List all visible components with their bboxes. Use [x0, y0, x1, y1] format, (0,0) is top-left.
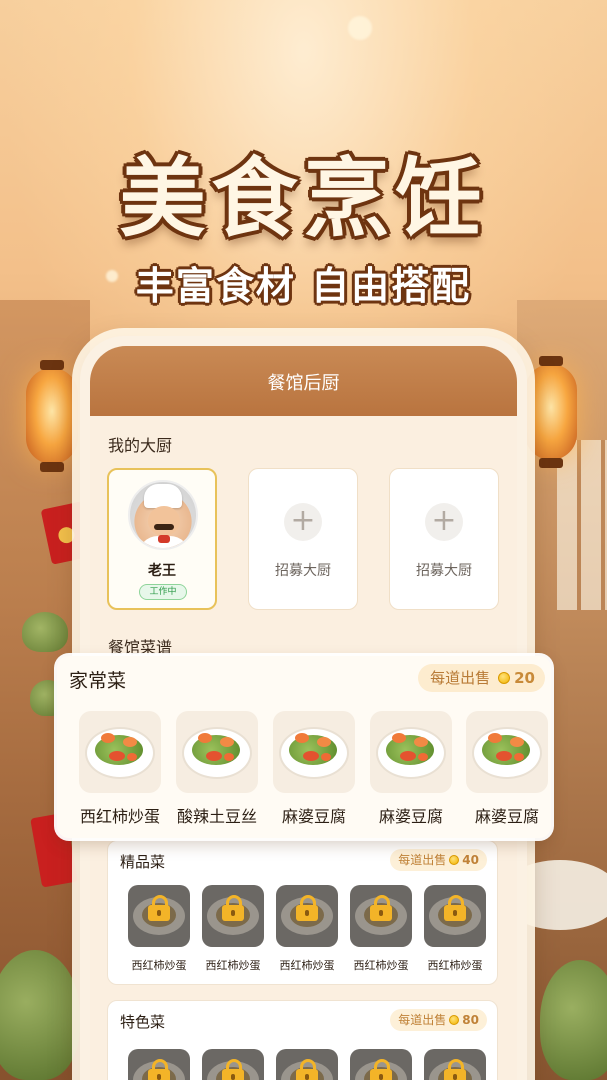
- plant-decoration: [540, 960, 607, 1080]
- chef-card-laowang[interactable]: 老王 工作中: [107, 468, 217, 610]
- lock-icon: [444, 895, 466, 921]
- chef-status-badge: 工作中: [139, 584, 187, 600]
- dish-name: 西红柿炒蛋: [427, 959, 483, 972]
- recruit-chef-label: 招募大厨: [275, 563, 331, 579]
- kitchen-header: 餐馆后厨: [90, 346, 517, 416]
- lantern-left-icon: [26, 360, 78, 472]
- dish-name: 西红柿炒蛋: [79, 807, 160, 826]
- plant-decoration: [22, 612, 68, 652]
- background-window: [557, 440, 607, 610]
- dish-name: 西红柿炒蛋: [131, 959, 187, 972]
- dish-item[interactable]: 麻婆豆腐: [273, 711, 355, 827]
- locked-dish[interactable]: [276, 1049, 338, 1080]
- dish-name: 西红柿炒蛋: [279, 959, 335, 972]
- dish-name: 西红柿炒蛋: [205, 959, 261, 972]
- lock-icon: [370, 1059, 392, 1080]
- dish-name: 麻婆豆腐: [281, 807, 346, 826]
- dish-item[interactable]: 酸辣土豆丝: [176, 711, 258, 827]
- coin-icon: [498, 672, 511, 684]
- category-premium: 精品菜 每道出售 40 西红柿炒蛋 西红柿炒蛋 西红柿炒蛋 西红柿炒蛋 西红柿炒…: [107, 840, 498, 985]
- price-badge: 每道出售 40: [390, 849, 487, 871]
- lock-icon: [148, 1059, 170, 1080]
- locked-dish[interactable]: [424, 1049, 486, 1080]
- lock-icon: [222, 895, 244, 921]
- lock-icon: [370, 895, 392, 921]
- plus-icon: +: [425, 503, 463, 541]
- sparkle-decoration: [348, 16, 372, 40]
- lock-icon: [444, 1059, 466, 1080]
- category-home: 家常菜 每道出售 20 西红柿炒蛋 酸辣土豆丝 麻婆豆腐 麻婆豆腐 麻婆豆腐: [57, 656, 551, 838]
- category-title: 家常菜: [69, 670, 127, 692]
- dish-item[interactable]: 麻婆豆腐: [370, 711, 452, 827]
- my-chefs-label: 我的大厨: [108, 436, 173, 455]
- locked-dish[interactable]: 西红柿炒蛋: [424, 885, 486, 973]
- dish-image: [273, 711, 355, 793]
- dish-image: [176, 711, 258, 793]
- locked-dish[interactable]: 西红柿炒蛋: [350, 885, 412, 973]
- coin-icon: [449, 1015, 460, 1025]
- dish-image: [466, 711, 548, 793]
- dish-name: 麻婆豆腐: [378, 807, 443, 826]
- dish-name: 西红柿炒蛋: [353, 959, 409, 972]
- kitchen-header-title: 餐馆后厨: [267, 373, 340, 394]
- locked-dish[interactable]: 西红柿炒蛋: [276, 885, 338, 973]
- locked-dish[interactable]: [128, 1049, 190, 1080]
- dish-item[interactable]: 西红柿炒蛋: [79, 711, 161, 827]
- lantern-right-icon: [525, 356, 577, 468]
- promo-subtitle: 丰富食材 自由搭配: [135, 264, 472, 308]
- plus-icon: +: [284, 503, 322, 541]
- dish-name: 麻婆豆腐: [474, 807, 539, 826]
- dish-image: [370, 711, 452, 793]
- category-title: 精品菜: [120, 853, 166, 871]
- lock-icon: [148, 895, 170, 921]
- lock-icon: [222, 1059, 244, 1080]
- locked-dish[interactable]: [202, 1049, 264, 1080]
- price-badge: 每道出售 80: [390, 1009, 487, 1031]
- menu-label: 餐馆菜谱: [108, 638, 173, 657]
- category-title: 特色菜: [120, 1013, 166, 1031]
- price-badge: 每道出售 20: [418, 664, 545, 692]
- recruit-chef-button[interactable]: + 招募大厨: [389, 468, 499, 610]
- locked-dish[interactable]: [350, 1049, 412, 1080]
- dish-item[interactable]: 麻婆豆腐: [466, 711, 548, 827]
- locked-dish[interactable]: 西红柿炒蛋: [128, 885, 190, 973]
- category-special: 特色菜 每道出售 80: [107, 1000, 498, 1080]
- chef-name: 老王: [148, 563, 176, 579]
- coin-icon: [449, 855, 460, 865]
- lock-icon: [296, 895, 318, 921]
- recruit-chef-label: 招募大厨: [416, 563, 472, 579]
- chef-avatar: [128, 480, 198, 550]
- promo-title: 美食烹饪: [119, 149, 488, 249]
- dish-name: 酸辣土豆丝: [176, 807, 257, 826]
- dish-image: [79, 711, 161, 793]
- recruit-chef-button[interactable]: + 招募大厨: [248, 468, 358, 610]
- lock-icon: [296, 1059, 318, 1080]
- locked-dish[interactable]: 西红柿炒蛋: [202, 885, 264, 973]
